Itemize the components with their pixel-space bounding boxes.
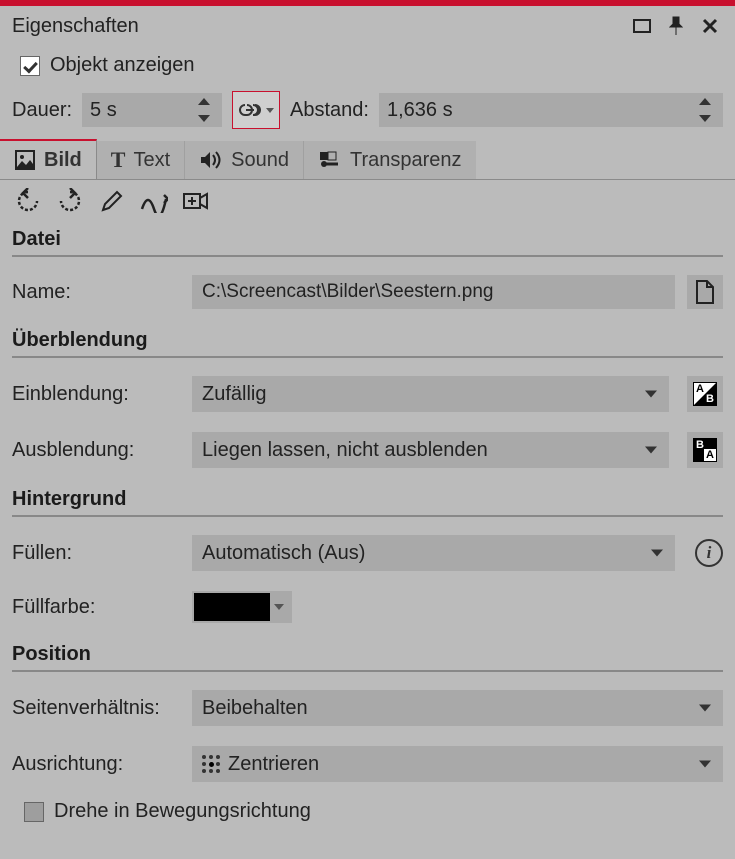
fuellen-select[interactable]: Automatisch (Aus) [192, 535, 675, 571]
distance-value: 1,636 s [387, 99, 699, 122]
tab-sound-label: Sound [231, 149, 289, 172]
name-input[interactable] [192, 275, 675, 309]
show-object-checkbox[interactable] [20, 56, 40, 76]
ausblendung-effect-button[interactable]: BA [687, 432, 723, 468]
chevron-down-icon [645, 447, 657, 454]
fuellfarbe-label: Füllfarbe: [12, 596, 182, 619]
tab-text[interactable]: T Text [97, 141, 185, 179]
duration-label: Dauer: [12, 99, 72, 122]
seitenverhaeltnis-value: Beibehalten [202, 697, 308, 720]
transparency-icon [318, 149, 342, 171]
ba-transition-icon: BA [693, 438, 717, 462]
chevron-down-icon [266, 108, 274, 113]
fuellen-label: Füllen: [12, 542, 182, 565]
chevron-down-icon [274, 604, 284, 610]
titlebar: Eigenschaften [0, 6, 735, 46]
rotate-direction-checkbox[interactable] [24, 802, 44, 822]
edit-button[interactable] [96, 186, 128, 216]
section-title-datei: Datei [0, 218, 735, 255]
duration-value: 5 s [90, 99, 198, 122]
tab-bild[interactable]: Bild [0, 139, 97, 179]
text-icon: T [111, 147, 126, 173]
section-rule [12, 670, 723, 672]
window-restore-button[interactable] [629, 13, 655, 39]
window-pin-button[interactable] [663, 13, 689, 39]
ausrichtung-select[interactable]: Zentrieren [192, 746, 723, 782]
distance-stepper[interactable] [699, 98, 715, 122]
ab-transition-icon: AB [693, 382, 717, 406]
window-title: Eigenschaften [12, 15, 139, 38]
tab-strip: Bild T Text Sound Transparenz [0, 141, 735, 180]
tab-sound[interactable]: Sound [185, 141, 304, 179]
seitenverhaeltnis-label: Seitenverhältnis: [12, 697, 182, 720]
rotate-cw-button[interactable] [54, 186, 86, 216]
section-rule [12, 515, 723, 517]
distance-input[interactable]: 1,636 s [379, 93, 723, 127]
section-title-hintergrund: Hintergrund [0, 478, 735, 515]
rotate-ccw-button[interactable] [12, 186, 44, 216]
chevron-down-icon [645, 391, 657, 398]
ausrichtung-value: Zentrieren [228, 753, 319, 776]
path-button[interactable] [138, 186, 170, 216]
tab-transparenz-label: Transparenz [350, 149, 462, 172]
einblendung-label: Einblendung: [12, 383, 182, 406]
show-object-label[interactable]: Objekt anzeigen [50, 54, 195, 77]
duration-stepper[interactable] [198, 98, 214, 122]
ausblendung-select[interactable]: Liegen lassen, nicht ausblenden [192, 432, 669, 468]
chevron-down-icon [699, 705, 711, 712]
ausrichtung-label: Ausrichtung: [12, 753, 182, 776]
link-duration-button[interactable] [232, 91, 280, 129]
einblendung-effect-button[interactable]: AB [687, 376, 723, 412]
section-title-ueberblendung: Überblendung [0, 319, 735, 356]
section-rule [12, 356, 723, 358]
chevron-down-icon [651, 550, 663, 557]
fill-info-button[interactable]: i [695, 539, 723, 567]
chevron-down-icon [699, 761, 711, 768]
ausblendung-label: Ausblendung: [12, 439, 182, 462]
seitenverhaeltnis-select[interactable]: Beibehalten [192, 690, 723, 726]
window-close-button[interactable] [697, 13, 723, 39]
duration-input[interactable]: 5 s [82, 93, 222, 127]
sound-icon [199, 149, 223, 171]
fuellen-value: Automatisch (Aus) [202, 542, 365, 565]
name-label: Name: [12, 281, 182, 304]
fill-color-picker[interactable] [192, 591, 292, 623]
einblendung-select[interactable]: Zufällig [192, 376, 669, 412]
image-icon [14, 149, 36, 171]
camera-move-button[interactable] [180, 186, 212, 216]
section-rule [12, 255, 723, 257]
align-center-icon [202, 755, 220, 773]
section-title-position: Position [0, 633, 735, 670]
tab-text-label: Text [133, 149, 170, 172]
distance-label: Abstand: [290, 99, 369, 122]
color-swatch [194, 593, 270, 621]
bild-toolbar [0, 180, 735, 218]
browse-file-button[interactable] [687, 275, 723, 309]
ausblendung-value: Liegen lassen, nicht ausblenden [202, 439, 488, 462]
tab-bild-label: Bild [44, 149, 82, 172]
tab-transparenz[interactable]: Transparenz [304, 141, 476, 179]
rotate-direction-label[interactable]: Drehe in Bewegungsrichtung [54, 800, 311, 823]
einblendung-value: Zufällig [202, 383, 266, 406]
